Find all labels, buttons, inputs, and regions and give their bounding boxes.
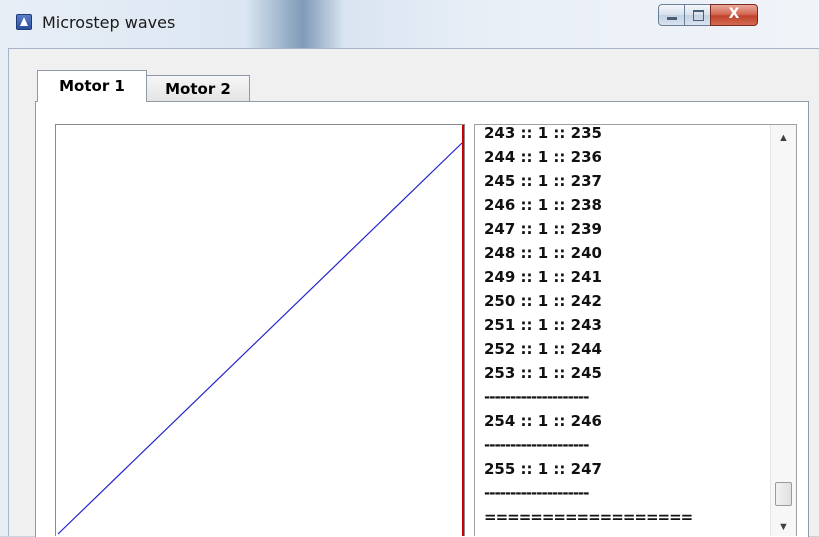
list-item: 247 :: 1 :: 239 <box>484 220 602 238</box>
scrollbar-thumb[interactable] <box>775 482 792 506</box>
list-item: 249 :: 1 :: 241 <box>484 268 602 286</box>
window: Microstep waves X Motor 1 Motor 2 243 ::… <box>0 0 819 537</box>
list-item: 252 :: 1 :: 244 <box>484 340 602 358</box>
list-item: 250 :: 1 :: 242 <box>484 292 602 310</box>
list-item: 254 :: 1 :: 246 <box>484 412 602 430</box>
wave-plot-svg <box>57 125 464 536</box>
list-separator: -------------------- <box>484 436 590 454</box>
list-item: 244 :: 1 :: 236 <box>484 148 602 166</box>
list-item: 248 :: 1 :: 240 <box>484 244 602 262</box>
close-button[interactable]: X <box>710 4 758 26</box>
wave-plot <box>55 124 465 536</box>
window-title: Microstep waves <box>42 13 176 32</box>
list-item: 246 :: 1 :: 238 <box>484 196 602 214</box>
scroll-down-icon[interactable]: ▼ <box>771 516 796 536</box>
list-item: 255 :: 1 :: 247 <box>484 460 602 478</box>
list-item: 243 :: 1 :: 235 <box>484 124 602 142</box>
list-separator: -------------------- <box>484 484 590 502</box>
list-item: 251 :: 1 :: 243 <box>484 316 602 334</box>
minimize-button[interactable] <box>658 4 685 26</box>
step-list[interactable]: 243 :: 1 :: 235244 :: 1 :: 236245 :: 1 :… <box>474 124 797 536</box>
app-icon <box>16 14 32 30</box>
list-item: 245 :: 1 :: 237 <box>484 172 602 190</box>
list-item: 253 :: 1 :: 245 <box>484 364 602 382</box>
scroll-up-icon[interactable]: ▲ <box>771 127 796 149</box>
tab-motor-2[interactable]: Motor 2 <box>146 75 250 102</box>
tab-panel: 243 :: 1 :: 235244 :: 1 :: 236245 :: 1 :… <box>35 101 809 537</box>
title-bar[interactable]: Microstep waves X <box>0 0 819 48</box>
client-area: Motor 1 Motor 2 243 :: 1 :: 235244 :: 1 … <box>8 48 819 537</box>
tab-motor-1[interactable]: Motor 1 <box>37 70 147 102</box>
list-separator: -------------------- <box>484 388 590 406</box>
list-separator: ================== <box>484 508 693 526</box>
step-list-rows: 243 :: 1 :: 235244 :: 1 :: 236245 :: 1 :… <box>484 124 774 529</box>
wave-series-line <box>57 142 463 535</box>
vertical-scrollbar[interactable]: ▲ ▼ <box>770 125 796 536</box>
maximize-button[interactable] <box>684 4 711 26</box>
